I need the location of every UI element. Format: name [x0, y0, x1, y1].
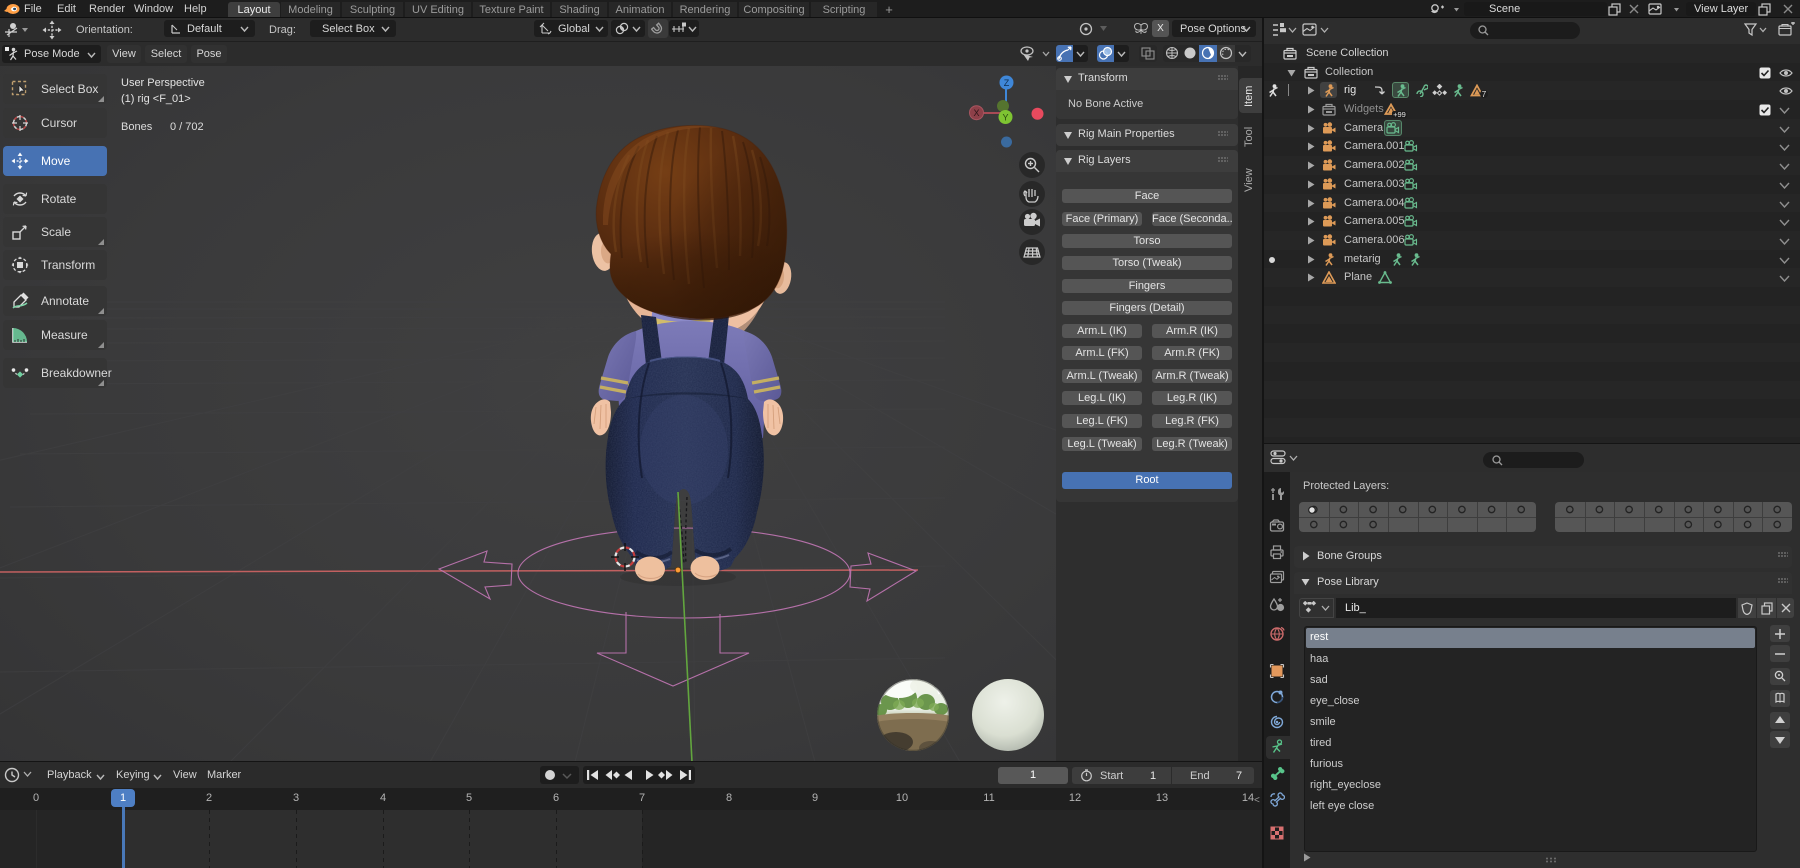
svg-text:+99: +99 [1393, 110, 1406, 118]
svg-text:7: 7 [1482, 90, 1487, 98]
svg-text:Y: Y [1002, 113, 1008, 123]
svg-text:Z: Z [1004, 78, 1010, 88]
svg-text:X: X [973, 108, 979, 118]
